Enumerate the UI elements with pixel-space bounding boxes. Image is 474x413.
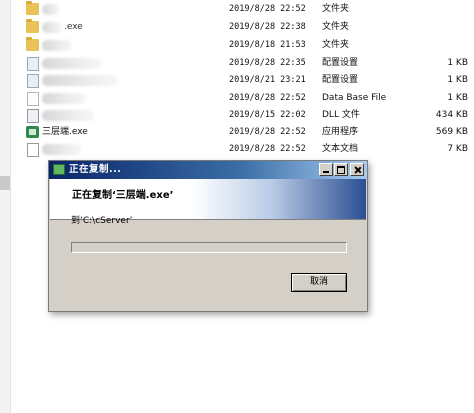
file-row[interactable]: 2019/8/21 23:21 配置设置 1 KB <box>24 72 470 89</box>
file-type: DLL 文件 <box>322 110 360 120</box>
dialog-title: 正在复制... <box>69 164 122 175</box>
file-type: 文件夹 <box>322 4 350 14</box>
file-name: 三层端.exe <box>42 127 88 137</box>
file-size: 1 KB <box>447 93 468 103</box>
file-type: 应用程序 <box>322 127 359 137</box>
text-file-icon <box>27 143 39 157</box>
file-size: 7 KB <box>447 144 468 154</box>
file-row[interactable]: 2019/8/18 21:53 文件夹 <box>24 37 470 54</box>
copy-progress-dialog: 正在复制... 正在复制‘三层端.exe’ 到‘C:\cServer’ 取消 <box>48 160 368 312</box>
close-button[interactable] <box>350 163 364 176</box>
blurred-filename <box>42 58 102 69</box>
file-type: 配置设置 <box>322 58 359 68</box>
maximize-button[interactable] <box>334 163 348 176</box>
file-type: 文本文档 <box>322 144 359 154</box>
left-pane-edge <box>0 0 11 413</box>
blurred-filename <box>42 144 82 155</box>
file-name: .exe <box>64 22 83 32</box>
file-icon <box>27 92 39 106</box>
folder-icon <box>26 19 39 33</box>
blurred-filename <box>42 4 60 15</box>
file-date: 2019/8/18 21:53 <box>229 40 306 50</box>
file-date: 2019/8/28 22:52 <box>229 127 306 137</box>
file-date: 2019/8/28 22:35 <box>229 58 306 68</box>
blurred-filename <box>42 22 62 33</box>
file-size: 1 KB <box>447 58 468 68</box>
file-date: 2019/8/28 22:52 <box>229 4 306 14</box>
exe-app-icon <box>26 126 39 138</box>
minimize-button[interactable] <box>319 163 333 176</box>
file-row[interactable]: 2019/8/15 22:02 DLL 文件 434 KB <box>24 107 470 124</box>
file-row[interactable]: 2019/8/28 22:52 Data Base File 1 KB <box>24 90 470 107</box>
folder-icon <box>26 1 39 15</box>
screen: 2019/8/28 22:52 文件夹 .exe 2019/8/28 22:38… <box>0 0 474 413</box>
file-date: 2019/8/28 22:52 <box>229 93 306 103</box>
file-type: 配置设置 <box>322 75 359 85</box>
dialog-titlebar[interactable]: 正在复制... <box>49 161 367 179</box>
blurred-filename <box>42 75 118 86</box>
file-row[interactable]: 2019/8/28 22:52 文本文档 7 KB <box>24 141 470 158</box>
destination-label: 到‘C:\cServer’ <box>71 216 133 226</box>
file-type: 文件夹 <box>322 22 350 32</box>
copy-app-icon <box>53 164 65 175</box>
file-row[interactable]: .exe 2019/8/28 22:38 文件夹 <box>24 19 470 36</box>
folder-icon <box>26 37 39 51</box>
file-row[interactable]: 2019/8/28 22:52 文件夹 <box>24 1 470 18</box>
file-row[interactable]: 三层端.exe 2019/8/28 22:52 应用程序 569 KB <box>24 124 470 141</box>
blurred-filename <box>42 110 94 121</box>
file-date: 2019/8/28 22:52 <box>229 144 306 154</box>
file-type: Data Base File <box>322 93 387 103</box>
file-date: 2019/8/21 23:21 <box>229 75 306 85</box>
file-size: 434 KB <box>435 110 468 120</box>
file-row[interactable]: 2019/8/28 22:35 配置设置 1 KB <box>24 55 470 72</box>
file-type: 文件夹 <box>322 40 350 50</box>
config-file-icon <box>27 74 39 88</box>
file-size: 569 KB <box>435 127 468 137</box>
dll-file-icon <box>27 109 39 123</box>
file-date: 2019/8/28 22:38 <box>229 22 306 32</box>
scroll-marker <box>0 176 10 190</box>
blurred-filename <box>42 93 86 104</box>
progress-bar <box>71 242 347 253</box>
file-size: 1 KB <box>447 75 468 85</box>
config-file-icon <box>27 57 39 71</box>
file-date: 2019/8/15 22:02 <box>229 110 306 120</box>
copy-heading: 正在复制‘三层端.exe’ <box>72 190 174 201</box>
cancel-button[interactable]: 取消 <box>291 273 347 292</box>
blurred-filename <box>42 40 72 51</box>
